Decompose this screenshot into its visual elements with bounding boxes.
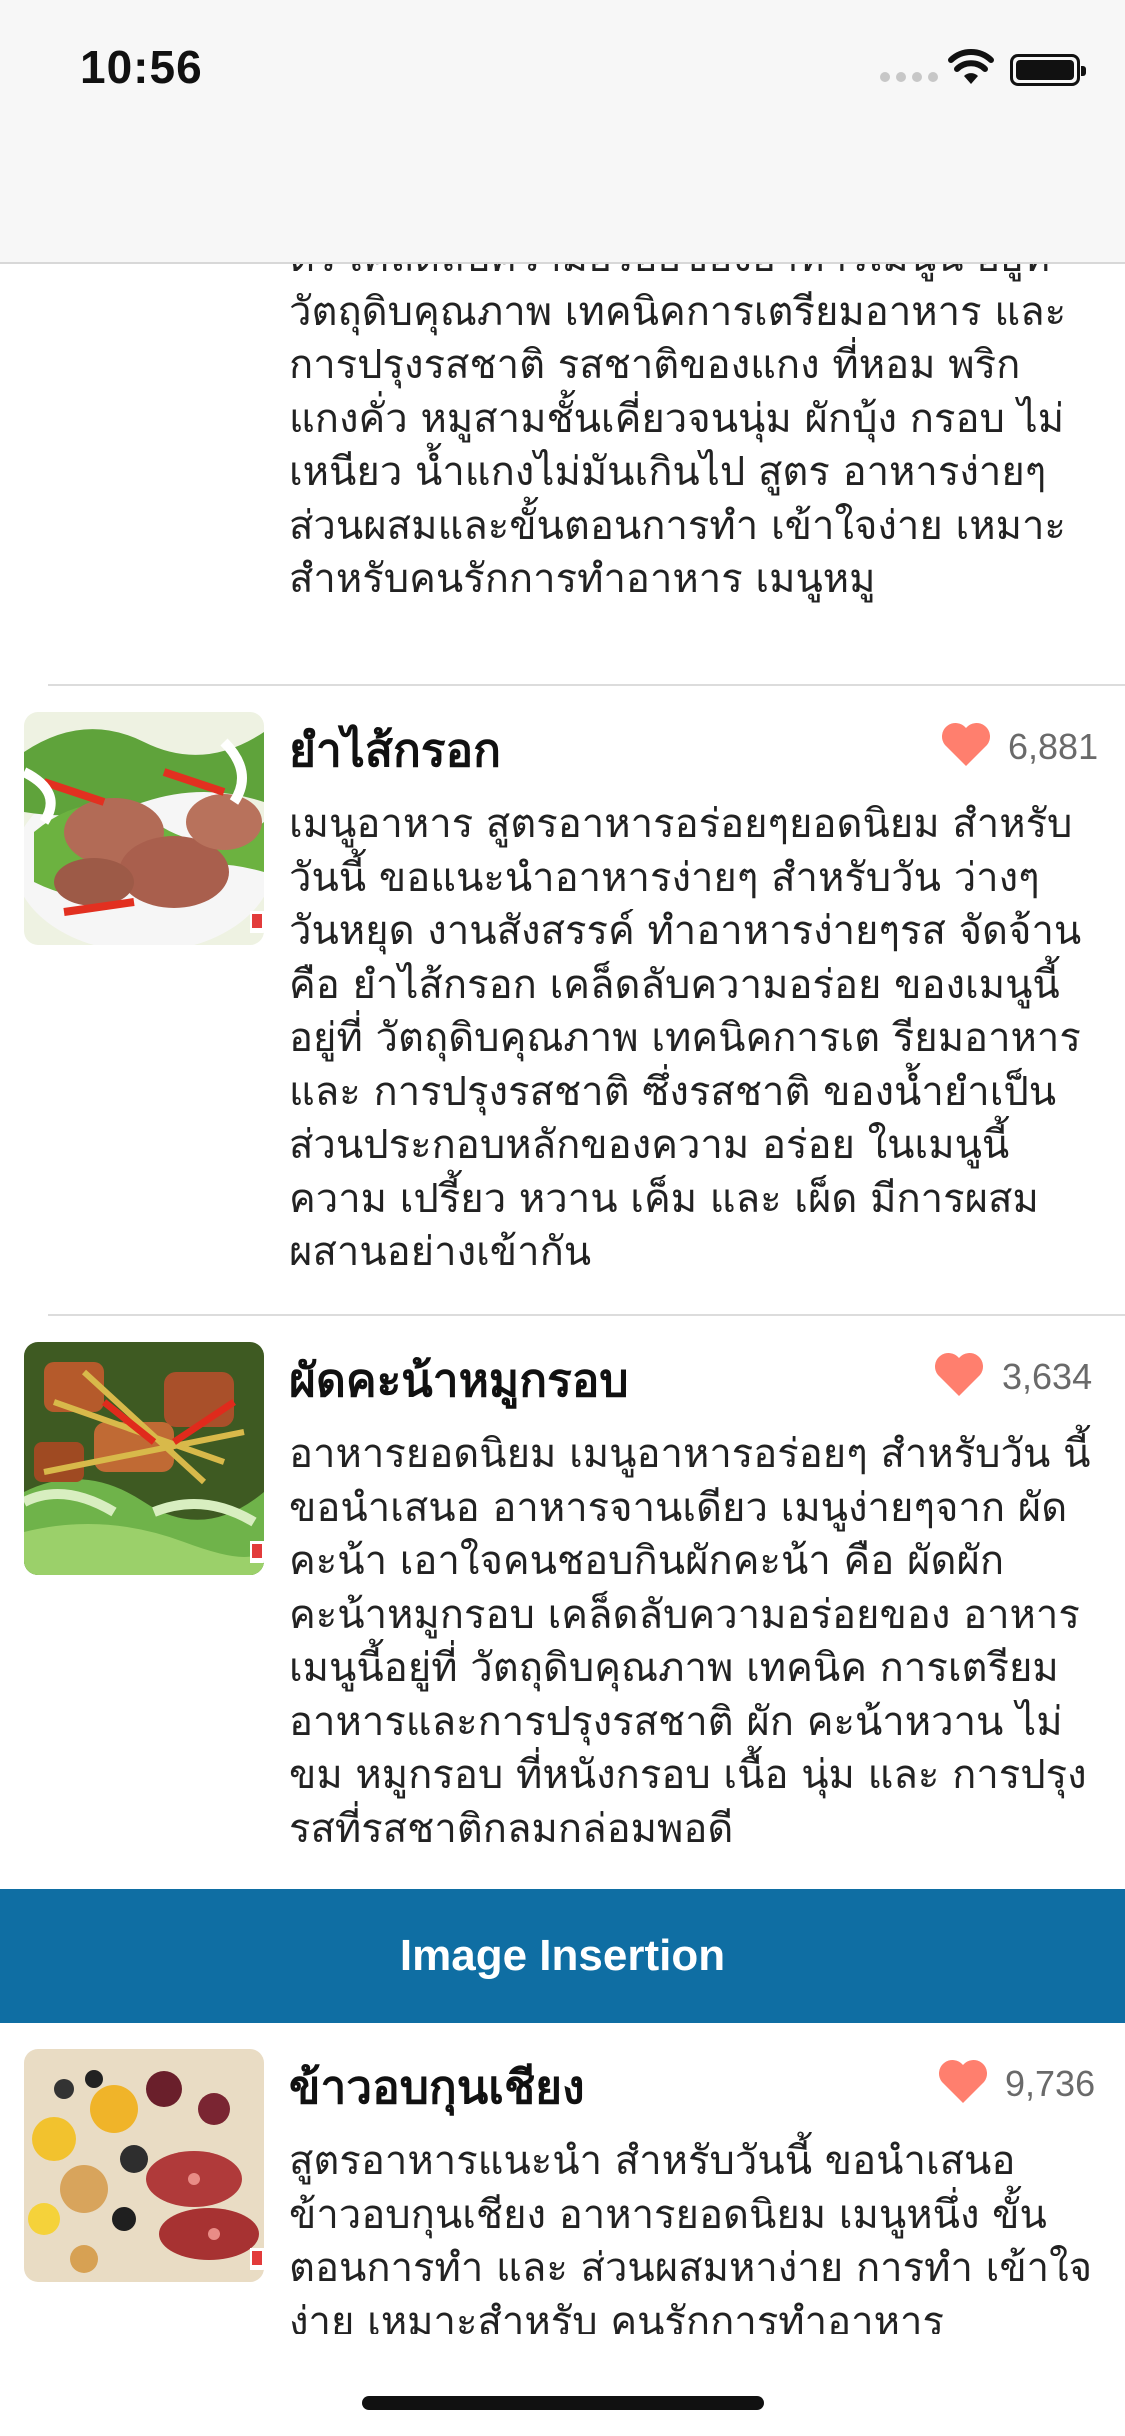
recipe-description: สูตรอาหารแนะนำ สำหรับวันนี้ ขอนำเสนอ ข้า… [289, 2138, 1093, 2334]
banner-label: Image Insertion [399, 1931, 726, 1980]
image-insertion-banner[interactable]: Image Insertion [0, 1889, 1125, 2023]
likes-count: 9,736 [1005, 2063, 1096, 2104]
recipe-list[interactable]: ตร เคล็ดลับความอร่อยของอาหารเมนูนี้ อยู่… [0, 264, 1125, 2334]
recipe-item-khao-ob-kun-chiang[interactable]: ข้าวอบกุนเชียง 9,736 สูตรอาหารแนะนำ สำหร… [0, 2023, 1125, 2334]
recipe-title: ยำไส้กรอก [289, 723, 502, 777]
previous-item-description: ตร เคล็ดลับความอร่อยของอาหารเมนูนี้ อยู่… [289, 264, 1067, 602]
likes-count: 6,881 [1008, 726, 1099, 767]
recipe-item-pad-kana-moo-krob[interactable]: ผัดคะน้าหมูกรอบ 3,634 อาหารยอดนิยม เมนูอ… [0, 1316, 1125, 1889]
recipe-description: เมนูอาหาร สูตรอาหารอร่อยๆยอดนิยม สำหรับว… [289, 801, 1082, 1275]
recipe-thumbnail [24, 712, 264, 945]
recipe-item-yam-sai-krok[interactable]: ยำไส้กรอก 6,881 เมนูอาหาร สูตรอาหารอร่อย… [0, 686, 1125, 1294]
wifi-icon [948, 49, 994, 84]
recipe-description: อาหารยอดนิยม เมนูอาหารอร่อยๆ สำหรับวัน น… [289, 1431, 1091, 1852]
status-bar: 10:56 [0, 0, 1125, 264]
battery-icon [1010, 54, 1086, 86]
home-indicator[interactable] [362, 2396, 764, 2410]
status-time: 10:56 [80, 41, 203, 93]
heart-icon[interactable] [940, 722, 992, 768]
heart-icon[interactable] [933, 1352, 985, 1398]
heart-icon[interactable] [937, 2059, 989, 2105]
cellular-signal-icon [880, 72, 938, 82]
recipe-title: ผัดคะน้าหมูกรอบ [289, 1353, 629, 1407]
likes-count: 3,634 [1002, 1356, 1093, 1397]
recipe-thumbnail [24, 2049, 264, 2282]
recipe-title: ข้าวอบกุนเชียง [289, 2060, 585, 2114]
recipe-thumbnail [24, 1342, 264, 1575]
